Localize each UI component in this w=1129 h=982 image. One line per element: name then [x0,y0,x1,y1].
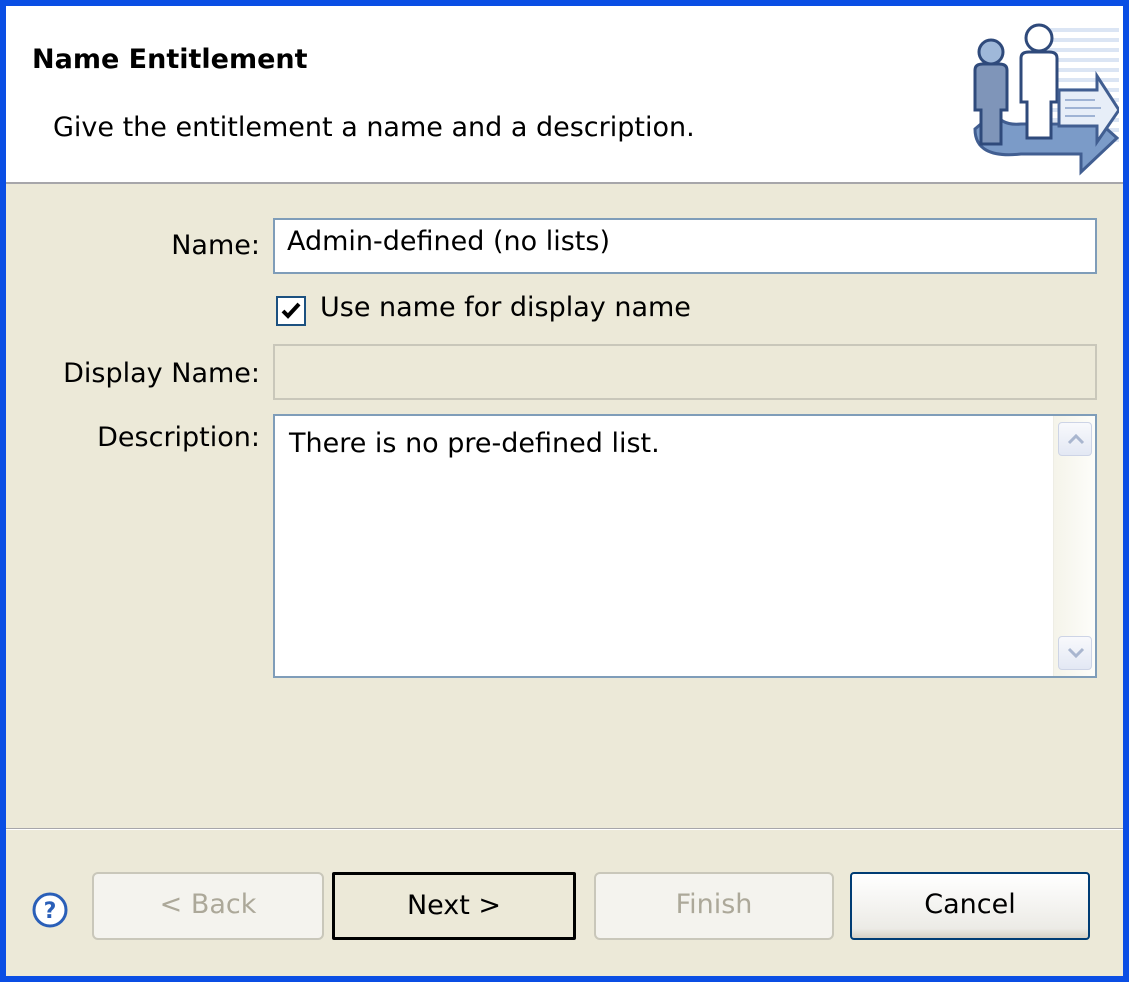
scroll-down-button[interactable] [1058,636,1092,670]
name-field[interactable]: Admin-defined (no lists) [273,218,1097,274]
chevron-down-icon [1067,647,1085,659]
chevron-up-icon [1067,433,1085,445]
next-button[interactable]: Next > [332,872,576,940]
display-name-field [273,344,1097,400]
description-textarea[interactable]: There is no pre-defined list. [273,414,1097,678]
name-label: Name: [171,230,260,261]
svg-text:?: ? [44,899,57,924]
check-icon [281,302,301,319]
use-name-checkbox[interactable] [276,296,306,326]
wizard-header: Name Entitlement Give the entitlement a … [6,6,1123,184]
page-description: Give the entitlement a name and a descri… [53,112,695,143]
description-text: There is no pre-defined list. [289,428,660,459]
back-button[interactable]: < Back [92,872,324,940]
help-icon[interactable]: ? [32,892,68,928]
wizard-window: Name Entitlement Give the entitlement a … [0,0,1129,982]
scroll-up-button[interactable] [1058,422,1092,456]
use-name-label: Use name for display name [320,292,691,323]
finish-button[interactable]: Finish [594,872,834,940]
cancel-button[interactable]: Cancel [850,872,1090,940]
display-name-label: Display Name: [63,358,260,389]
users-entitlement-icon [973,23,1119,176]
description-scrollbar[interactable] [1053,416,1095,676]
page-title: Name Entitlement [32,44,308,75]
button-bar-separator [6,828,1123,830]
description-label: Description: [97,422,260,453]
